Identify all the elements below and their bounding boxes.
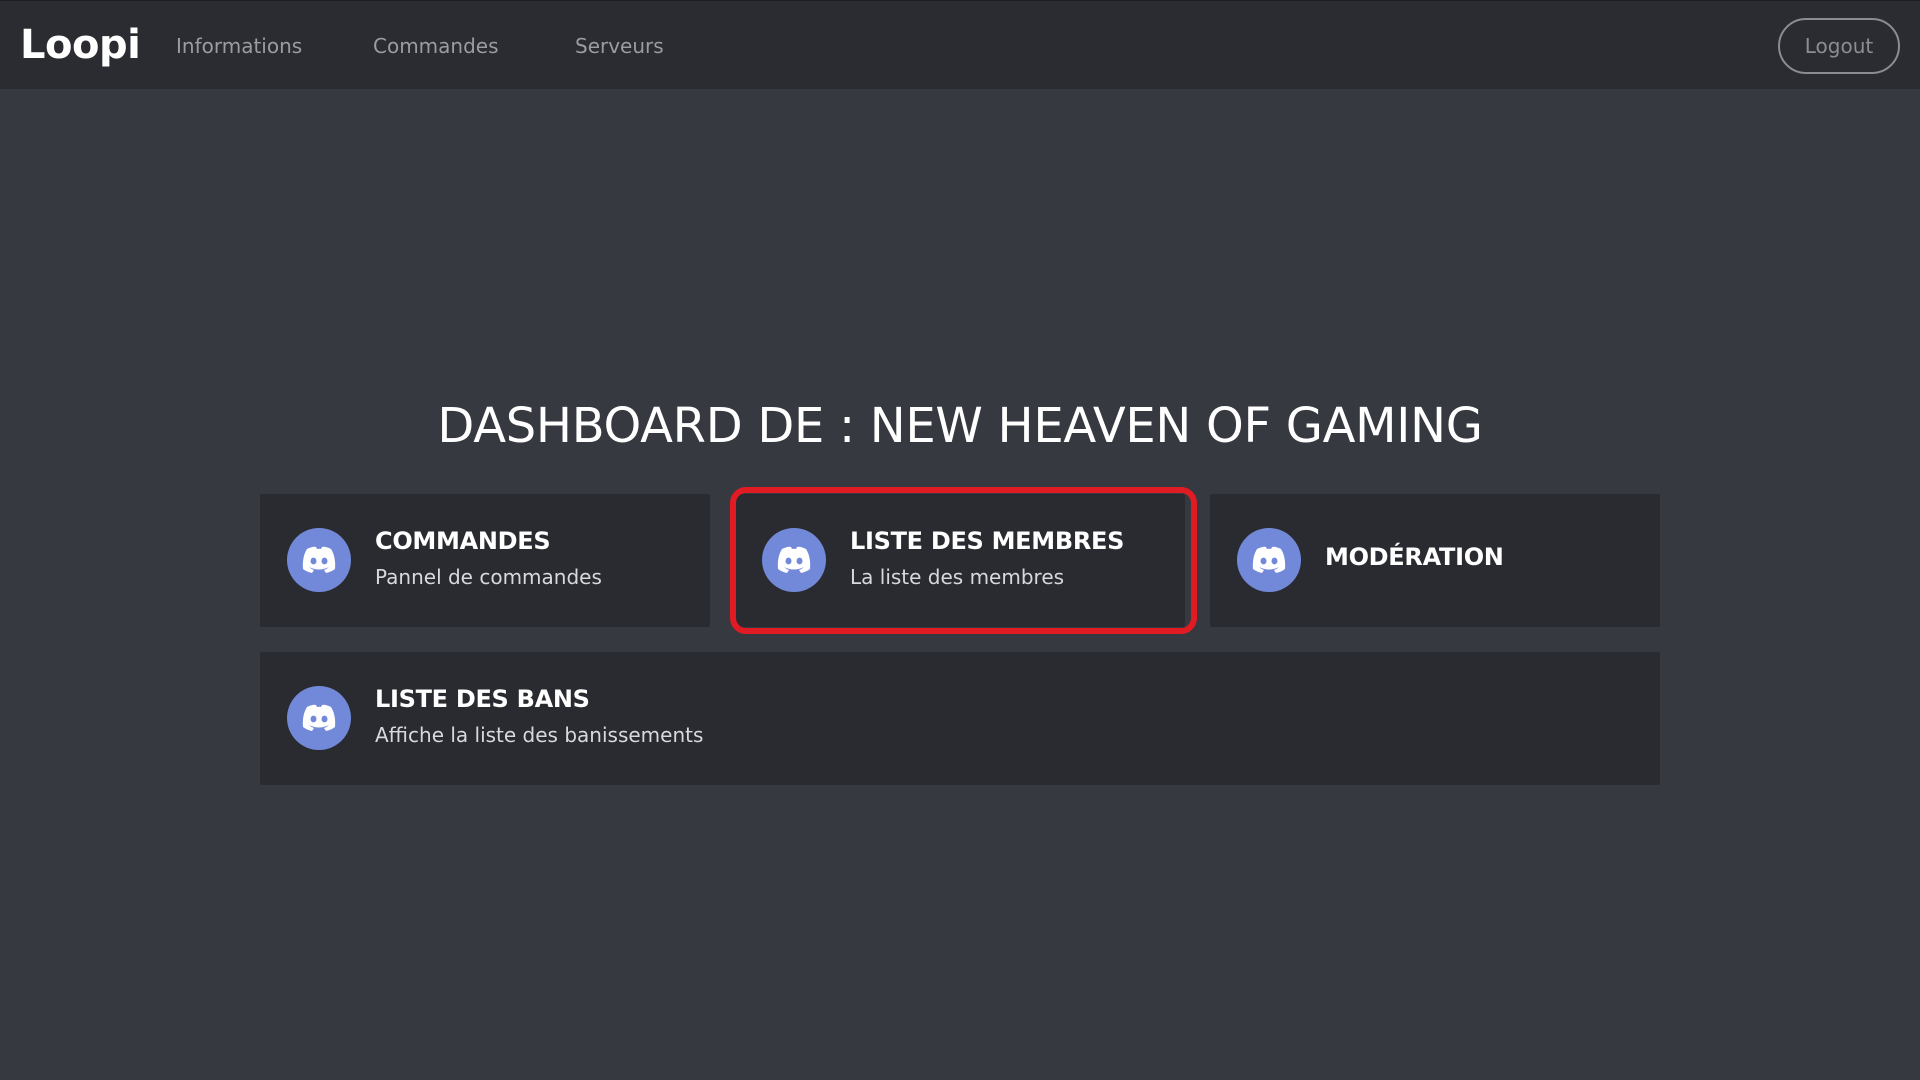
discord-icon	[1237, 528, 1301, 592]
nav-link-commandes[interactable]: Commandes	[373, 33, 499, 59]
card-title: MODÉRATION	[1325, 543, 1504, 571]
card-title: LISTE DES BANS	[375, 685, 590, 713]
card-description: La liste des membres	[850, 565, 1065, 589]
card-description: Pannel de commandes	[375, 565, 602, 589]
card-moderation[interactable]: MODÉRATION	[1210, 494, 1660, 627]
card-title: LISTE DES MEMBRES	[850, 527, 1125, 555]
logout-button[interactable]: Logout	[1778, 18, 1900, 74]
card-description: Affiche la liste des banissements	[375, 723, 704, 747]
nav-link-serveurs[interactable]: Serveurs	[575, 33, 664, 59]
discord-icon	[762, 528, 826, 592]
dashboard-title: DASHBOARD DE : NEW HEAVEN OF GAMING	[437, 398, 1483, 454]
nav-link-informations[interactable]: Informations	[176, 33, 302, 59]
discord-icon	[287, 686, 351, 750]
card-liste-des-bans[interactable]: LISTE DES BANS Affiche la liste des bani…	[260, 652, 1660, 785]
discord-icon	[287, 528, 351, 592]
card-commandes[interactable]: COMMANDES Pannel de commandes	[260, 494, 710, 627]
card-liste-des-membres[interactable]: LISTE DES MEMBRES La liste des membres	[735, 494, 1185, 627]
card-title: COMMANDES	[375, 527, 551, 555]
brand-logo[interactable]: Loopi	[20, 21, 141, 69]
navbar: Loopi Informations Commandes Serveurs Lo…	[0, 0, 1920, 89]
